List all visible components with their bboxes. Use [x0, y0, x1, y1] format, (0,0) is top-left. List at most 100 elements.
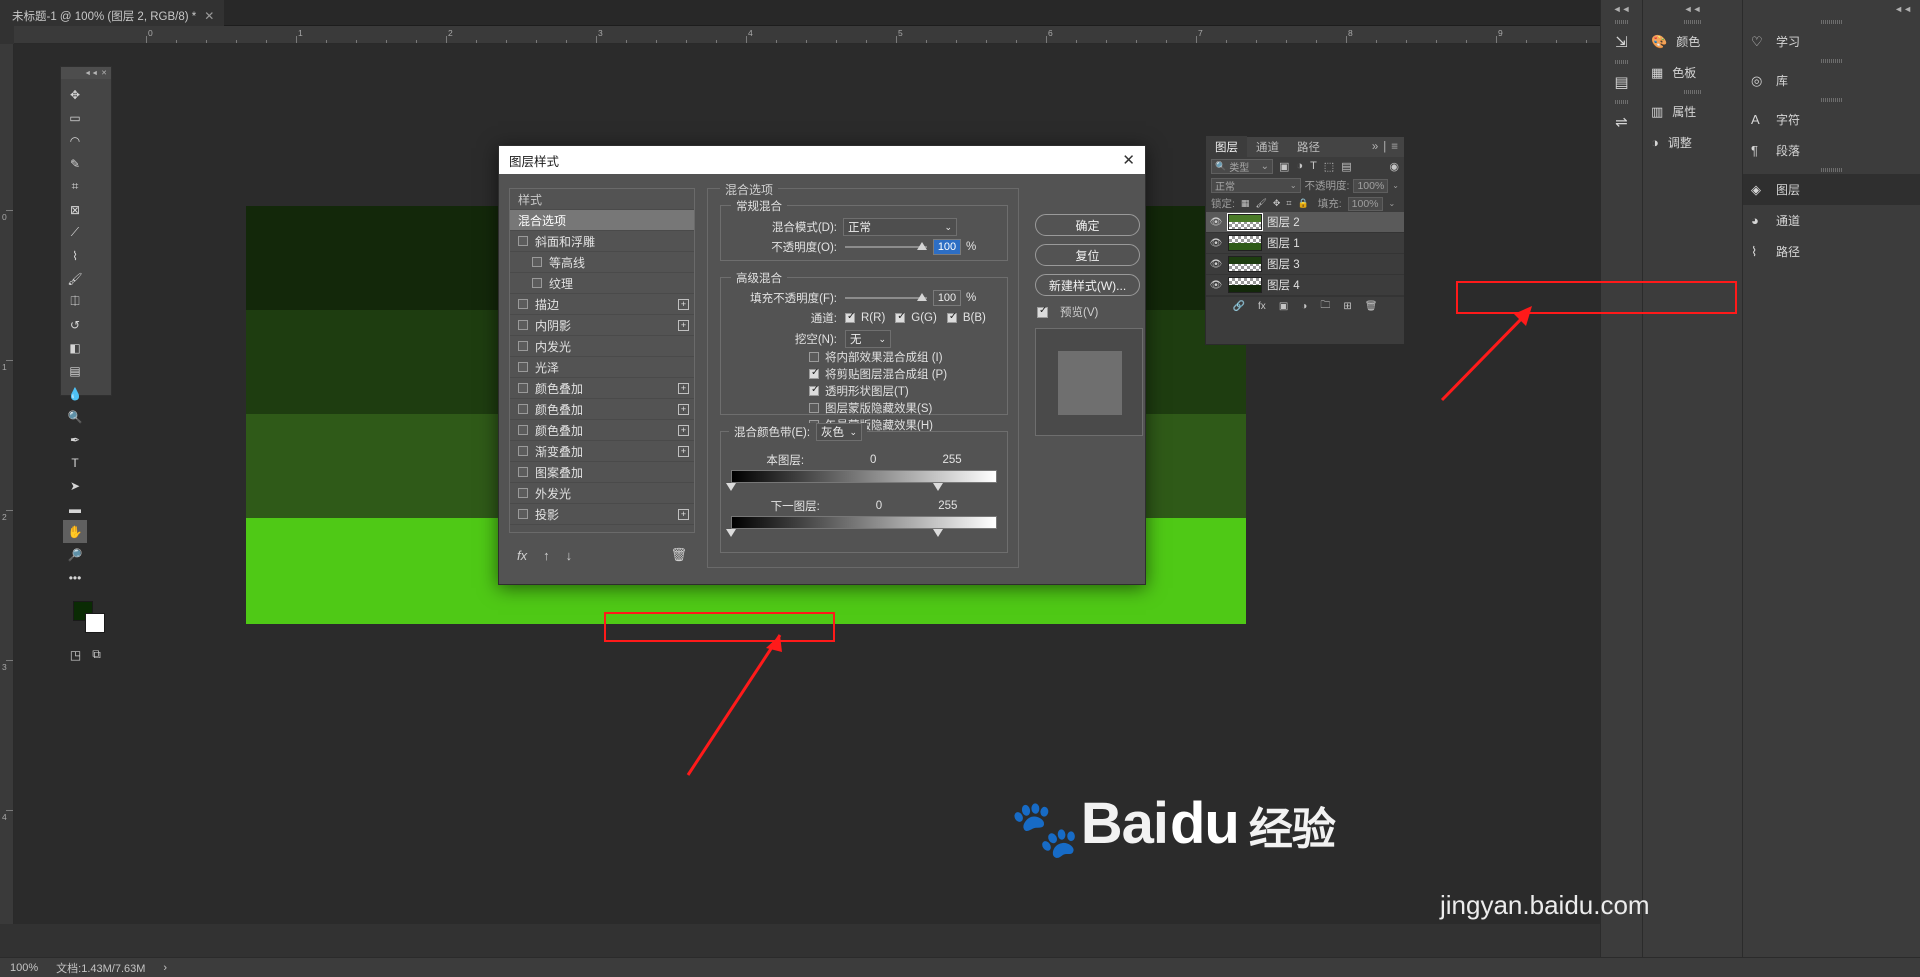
fill-opacity-value[interactable]: 100	[933, 290, 961, 306]
channel-r[interactable]: R(R)	[845, 311, 885, 324]
opacity-value[interactable]: 100	[933, 239, 961, 255]
lock-icons[interactable]: ▦ 🖌 ✥ ⌗ 🔒	[1241, 198, 1309, 209]
lock-position-icon[interactable]: ✥	[1273, 198, 1281, 209]
advanced-blend-option-3[interactable]: 图层蒙版隐藏效果(S)	[809, 401, 947, 415]
style-list-toolbar[interactable]: fx ↑ ↓ 🗑	[509, 542, 695, 568]
layer-thumbnail[interactable]	[1228, 235, 1262, 251]
add-effect-icon[interactable]: +	[678, 382, 689, 394]
filter-type-icons[interactable]: ▣ ◑ T ⬚ ▤	[1279, 160, 1352, 173]
dock-column-main-items[interactable]: ♡ 学习 ◎ 库 A 字符 ¶ 段落 ◈ 图层 ◕ 通道 ⌇ 路径	[1743, 18, 1920, 267]
tools-panel-grip[interactable]: ◄◄ ✕	[61, 67, 111, 79]
delete-layer-icon[interactable]: 🗑	[1365, 301, 1378, 312]
ok-button[interactable]: 确定	[1035, 214, 1140, 236]
type-tool-icon[interactable]: T	[63, 451, 87, 474]
gradient-tool-icon[interactable]: ▤	[63, 359, 87, 382]
advanced-blend-option-1[interactable]: 将剪贴图层混合成组 (P)	[809, 367, 947, 381]
dock-grip[interactable]	[1743, 96, 1920, 104]
dock-grip[interactable]	[1643, 18, 1742, 26]
dodge-tool-icon[interactable]: 🔍	[63, 405, 87, 428]
style-list[interactable]: 样式 混合选项 斜面和浮雕 等高线 纹理 描边 + 内阴影 + 内发光 光泽 颜色叠加 + 颜色叠加 + 颜色…	[509, 188, 695, 533]
frame-tool-icon[interactable]: ⊠	[63, 198, 87, 221]
channel-b[interactable]: B(B)	[946, 311, 986, 324]
blend-if-select[interactable]: 灰色 ⌄	[816, 423, 863, 441]
close-icon[interactable]: ✕	[101, 69, 107, 77]
layers-panel-tab-2[interactable]: 路径	[1288, 136, 1329, 158]
layer-blend-row[interactable]: 正常 ⌄ 不透明度: 100% ⌄	[1206, 176, 1404, 195]
new-style-button[interactable]: 新建样式(W)...	[1035, 274, 1140, 296]
collapse-icon[interactable]: ◄◄	[1601, 0, 1642, 18]
style-list-item-3[interactable]: 等高线	[510, 252, 694, 273]
chevron-down-icon[interactable]: ⌄	[1392, 181, 1399, 190]
learn-panel[interactable]: ♡ 学习	[1743, 26, 1920, 57]
collapse-icon[interactable]: »	[1372, 141, 1378, 153]
panel-menu-icon[interactable]: ≡	[1391, 141, 1398, 153]
channel-checkbox[interactable]	[946, 311, 957, 323]
layer-opacity-value[interactable]: 100%	[1353, 178, 1389, 193]
style-list-item-2[interactable]: 斜面和浮雕	[510, 231, 694, 252]
paragraph-panel[interactable]: ¶ 段落	[1743, 135, 1920, 166]
move-down-icon[interactable]: ↓	[566, 548, 573, 563]
lasso-tool-icon[interactable]: ◠	[63, 129, 87, 152]
close-icon[interactable]: ✕	[204, 9, 214, 23]
style-list-item-14[interactable]: 外发光	[510, 483, 694, 504]
advanced-blend-option-2[interactable]: 透明形状图层(T)	[809, 384, 947, 398]
brush-tool-icon[interactable]: 🖌	[63, 267, 87, 290]
style-list-item-11[interactable]: 颜色叠加 +	[510, 420, 694, 441]
eraser-tool-icon[interactable]: ◧	[63, 336, 87, 359]
layer-name[interactable]: 图层 1	[1267, 235, 1300, 251]
style-checkbox[interactable]	[518, 404, 528, 414]
layers-panel[interactable]: ◈ 图层	[1743, 174, 1920, 205]
dock-grip[interactable]	[1643, 88, 1742, 96]
blend-mode-select[interactable]: 正常 ⌄	[843, 218, 957, 236]
adjustment-layer-icon[interactable]: ◑	[1301, 301, 1307, 312]
preview-checkbox-row[interactable]: 预览(V)	[1037, 304, 1143, 320]
layers-filter-bar[interactable]: 🔍 类型 ⌄ ▣ ◑ T ⬚ ▤ ◉	[1206, 157, 1404, 176]
layers-panel[interactable]: 图层 通道 路径 » | ≡ 🔍 类型 ⌄ ▣ ◑ T ⬚ ▤ ◉ 正常 ⌄ 不透明度: 100%…	[1205, 136, 1405, 345]
layer-thumbnail[interactable]	[1227, 213, 1263, 231]
zoom-tool-icon[interactable]: 🔎	[63, 543, 87, 566]
channel-checkbox[interactable]	[895, 311, 906, 323]
opacity-slider[interactable]	[845, 242, 927, 252]
style-checkbox[interactable]	[518, 362, 528, 372]
style-list-item-8[interactable]: 光泽	[510, 357, 694, 378]
dock-grip[interactable]	[1601, 58, 1642, 66]
layers-panel-footer[interactable]: 🔗 fx ▣ ◑ 🗀 ⊞ 🗑	[1206, 296, 1404, 316]
filter-adjustment-icon[interactable]: ◑	[1296, 160, 1303, 173]
dock-column-tools-items[interactable]: ⇲ ▤ ⇌	[1601, 18, 1642, 138]
swatches-panel[interactable]: ▦ 色板	[1643, 57, 1742, 88]
layer-name[interactable]: 图层 3	[1267, 256, 1300, 272]
adjustments-panel[interactable]: ◑ 调整	[1643, 127, 1742, 158]
dock-column-panels[interactable]: ◄◄ 🎨 颜色 ▦ 色板 ▥ 属性 ◑ 调整	[1642, 0, 1742, 977]
style-checkbox[interactable]	[532, 278, 542, 288]
dialog-buttons[interactable]: 确定 复位 新建样式(W)... 预览(V)	[1035, 214, 1143, 436]
style-list-item-15[interactable]: 投影 +	[510, 504, 694, 525]
style-list-item-1[interactable]: 混合选项	[510, 210, 694, 231]
style-list-item-0[interactable]: 样式	[510, 189, 694, 210]
collapse-icon[interactable]: ◄◄	[84, 70, 98, 77]
document-tab[interactable]: 未标题-1 @ 100% (图层 2, RGB/8) * ✕	[0, 0, 225, 26]
adjustments-presets-icon[interactable]: ⇌	[1601, 106, 1642, 138]
eye-icon[interactable]: 👁	[1209, 259, 1223, 270]
delete-effect-icon[interactable]: 🗑	[670, 547, 687, 563]
crop-tool-icon[interactable]: ⌗	[63, 175, 87, 198]
status-expand-arrow[interactable]: ›	[163, 962, 167, 974]
filter-type-icon[interactable]: T	[1310, 160, 1317, 173]
clone-stamp-tool-icon[interactable]: ⎅	[63, 290, 87, 313]
style-checkbox[interactable]	[518, 383, 528, 393]
quick-mask-icon[interactable]: ◳	[65, 643, 86, 666]
layer-style-fx-icon[interactable]: fx	[1258, 301, 1266, 312]
actions-panel-icon[interactable]: ▤	[1601, 66, 1642, 98]
quick-selection-tool-icon[interactable]: ✎	[63, 152, 87, 175]
filter-pixel-icon[interactable]: ▣	[1279, 160, 1289, 173]
filter-shape-icon[interactable]: ⬚	[1324, 160, 1334, 173]
dock-grip[interactable]	[1601, 98, 1642, 106]
color-swatches[interactable]	[61, 597, 111, 641]
style-checkbox[interactable]	[518, 236, 528, 246]
dock-column-panels-items[interactable]: 🎨 颜色 ▦ 色板 ▥ 属性 ◑ 调整	[1643, 18, 1742, 158]
move-tool-icon[interactable]: ✥	[63, 83, 87, 106]
layer-row[interactable]: 👁 图层 4	[1206, 275, 1404, 296]
screen-mode-icon[interactable]: ⧉	[86, 643, 107, 666]
lock-artboard-icon[interactable]: ⌗	[1286, 198, 1291, 209]
chevron-down-icon[interactable]: ⌄	[1389, 199, 1396, 208]
new-group-icon[interactable]: 🗀	[1320, 298, 1330, 315]
